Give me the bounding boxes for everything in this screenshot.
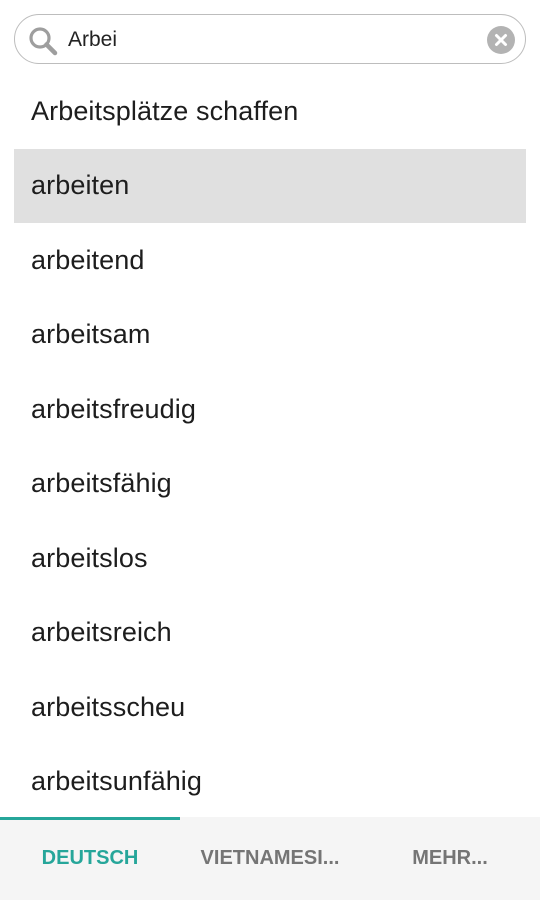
dictionary-screen: Arbeitsplätze schaffen arbeiten arbeiten… [0, 0, 540, 900]
suggestion-item[interactable]: arbeitsscheu [14, 670, 526, 745]
suggestion-item[interactable]: arbeitsreich [14, 596, 526, 671]
clear-icon[interactable] [487, 26, 515, 54]
tab-deutsch[interactable]: DEUTSCH [0, 817, 180, 900]
suggestion-item[interactable]: arbeitsunfähig [14, 745, 526, 820]
language-tab-bar: DEUTSCH VIETNAMESI... MEHR... [0, 817, 540, 900]
suggestion-item[interactable]: arbeitsfreudig [14, 372, 526, 447]
search-input[interactable] [68, 23, 478, 57]
search-icon [27, 25, 59, 57]
search-bar[interactable] [14, 14, 526, 64]
tab-vietnamesisch[interactable]: VIETNAMESI... [180, 817, 360, 900]
suggestion-item[interactable]: Arbeitsplätze schaffen [14, 74, 526, 149]
suggestion-list: Arbeitsplätze schaffen arbeiten arbeiten… [14, 74, 526, 819]
suggestion-item[interactable]: arbeitend [14, 223, 526, 298]
suggestion-item[interactable]: arbeitsfähig [14, 447, 526, 522]
tab-mehr[interactable]: MEHR... [360, 817, 540, 900]
suggestion-item[interactable]: arbeitsam [14, 298, 526, 373]
suggestion-item[interactable]: arbeiten [14, 148, 526, 223]
suggestion-item[interactable]: arbeitslos [14, 521, 526, 596]
